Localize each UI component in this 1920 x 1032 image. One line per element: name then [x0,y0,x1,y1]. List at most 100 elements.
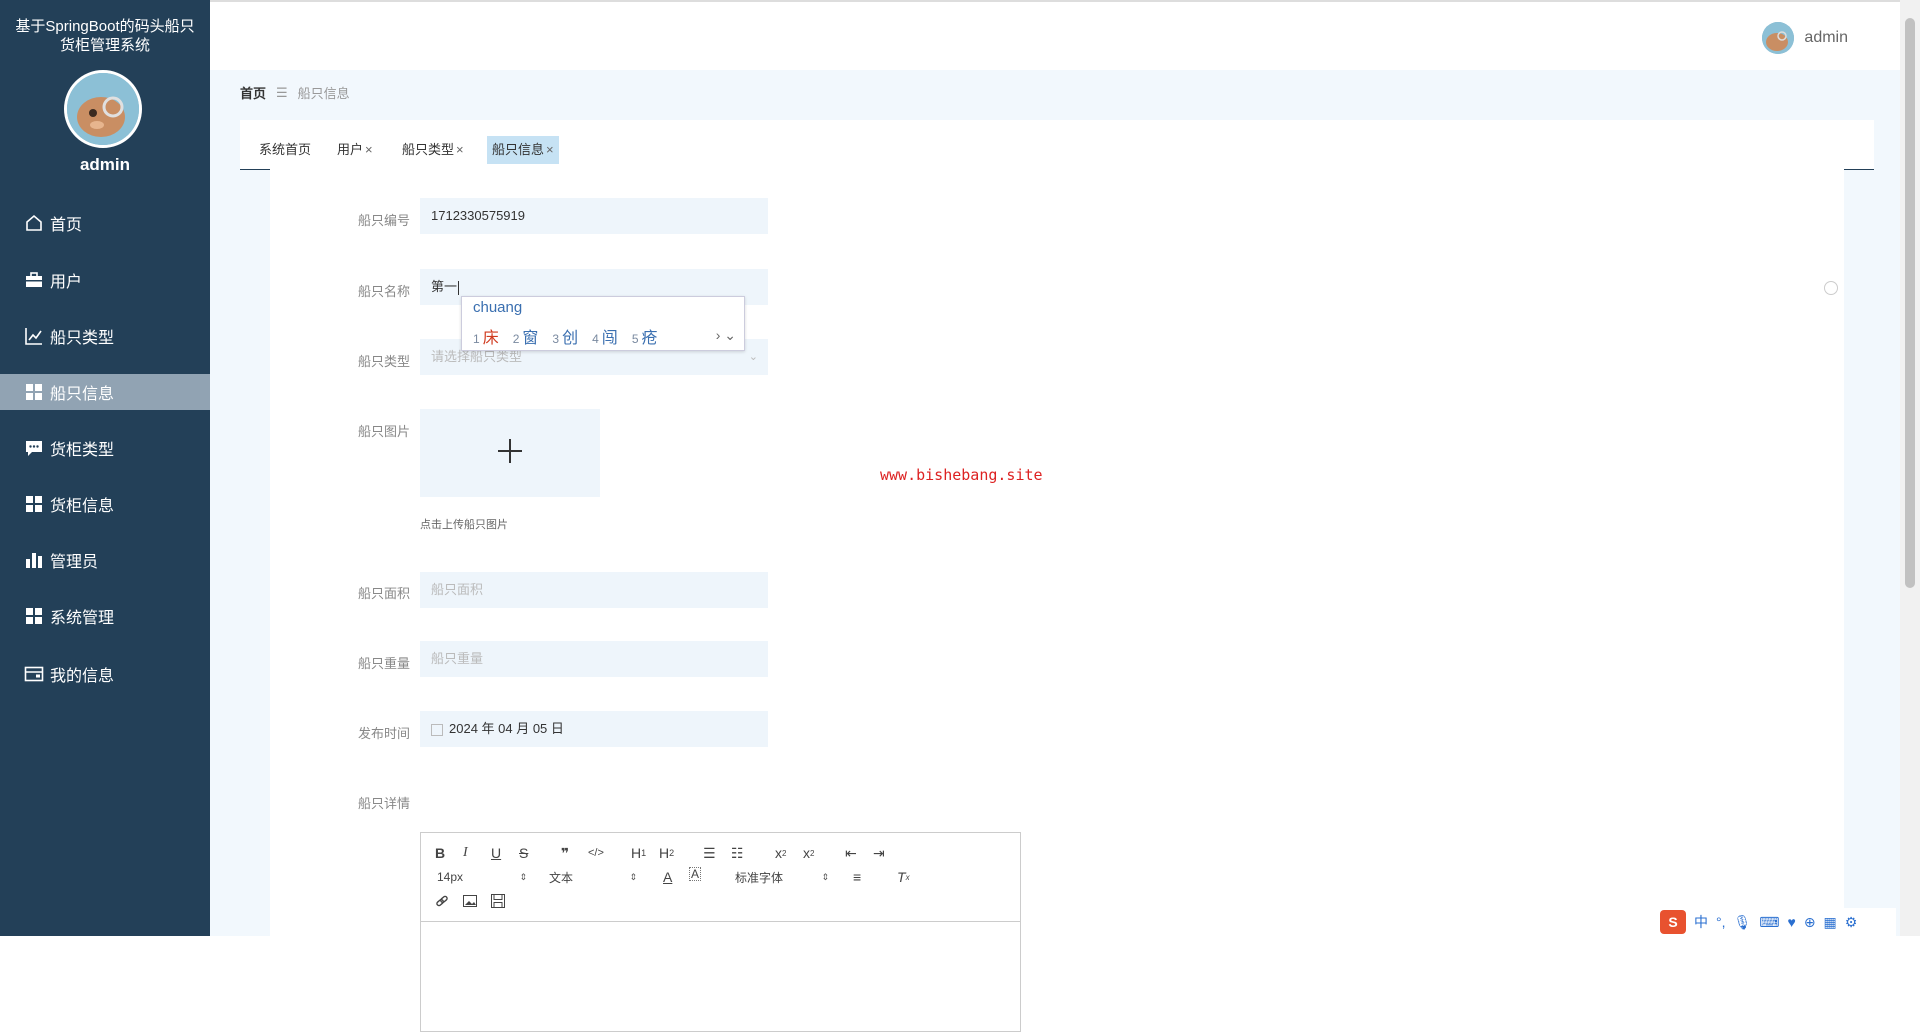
tab-label: 船只类型 [402,142,455,157]
rich-text-editor: B I U S ❞ </> H1 H2 ☰ ☷ x2 x2 ⇤ ⇥ 14px ⇕ … [420,832,1021,1032]
watermark: www.bishebang.site [880,466,1043,484]
close-icon[interactable]: × [456,142,464,157]
ime-lang-toggle[interactable]: 中 [1694,912,1708,932]
bold-icon[interactable]: B [435,843,445,863]
microphone-icon[interactable]: 🎙 [1734,914,1752,931]
main-area: 首页 ☰ 船只信息 系统首页 用户 × 船只类型 × 船只信息 × 船只编号 1712… [210,70,1900,1032]
align-icon[interactable]: ≡ [853,867,861,887]
ordered-list-icon[interactable]: ☰ [703,843,716,863]
h2-icon[interactable]: H2 [659,843,674,863]
header-user-menu[interactable]: admin [1762,22,1848,54]
ship-weight-label: 船只重量 [357,656,410,671]
settings-icon[interactable]: ⚙ [1845,914,1858,931]
bullet-list-icon[interactable]: ☷ [731,843,744,863]
ime-candidate[interactable]: 4闯 [592,324,618,348]
ship-name-value: 第一 [431,279,458,294]
subscript-icon[interactable]: x2 [775,843,786,863]
strike-icon[interactable]: S [519,843,528,863]
underline-icon[interactable]: U [491,843,501,863]
header-select-value: 文本 [549,870,574,885]
wallet-icon [24,664,44,684]
sidebar-item-ship-info[interactable]: 船只信息 [0,374,210,410]
background-color-icon[interactable]: A [689,867,702,881]
close-icon[interactable]: × [365,142,373,157]
sogou-logo-icon[interactable]: S [1660,910,1686,934]
ship-area-input[interactable]: 船只面积 [420,572,768,608]
sidebar-item-label: 用户 [50,274,83,291]
editor-body[interactable] [421,922,1020,1032]
system-title: 基于SpringBoot的码头船只 货柜管理系统 [0,17,210,55]
sidebar-item-my-info[interactable]: 我的信息 [0,656,210,692]
sidebar-item-users[interactable]: 用户 [0,262,210,298]
grid-icon [24,494,44,514]
scrollbar-thumb[interactable] [1905,18,1915,588]
updown-icon: ⇕ [821,871,829,882]
sidebar-item-label: 管理员 [50,554,99,571]
ship-detail-label: 船只详情 [357,796,410,811]
punctuation-icon[interactable]: °, [1716,914,1726,930]
font-family-select[interactable]: 标准字体 ⇕ [735,867,829,887]
ship-weight-input[interactable]: 船只重量 [420,641,768,677]
ime-candidates: 1床 2窗 3创 4闯 5疮 [473,324,672,348]
publish-time-picker[interactable]: 2024 年 04 月 05 日 [420,711,768,747]
tab-ship-info[interactable]: 船只信息 × [487,136,559,164]
system-title-line2: 货柜管理系统 [59,37,150,54]
skin-icon[interactable]: ♥ [1788,914,1796,930]
grid-icon [24,382,44,402]
sidebar-item-system[interactable]: 系统管理 [0,598,210,634]
ime-candidate-number: 1 [473,332,480,346]
ime-candidate[interactable]: 1床 [473,324,499,348]
sidebar-item-home[interactable]: 首页 [0,205,210,241]
font-size-select[interactable]: 14px ⇕ [437,867,527,887]
outdent-icon[interactable]: ⇤ [845,843,857,863]
close-icon[interactable]: × [546,142,554,157]
ime-candidate[interactable]: 3创 [552,324,578,348]
chat-icon [24,438,44,458]
ime-candidate[interactable]: 2窗 [513,324,539,348]
sidebar-item-container-info[interactable]: 货柜信息 [0,486,210,522]
header-select[interactable]: 文本 ⇕ [549,867,637,887]
ship-no-input[interactable]: 1712330575919 [420,198,768,234]
breadcrumb-home[interactable]: 首页 [240,83,266,102]
sidebar-username: admin [79,155,131,174]
form-panel: 船只编号 1712330575919 船只名称 第一 船只类型 请选择船只类型 … [270,169,1844,1032]
tab-users[interactable]: 用户 × [332,136,378,164]
indent-icon[interactable]: ⇥ [873,843,885,863]
sidebar-item-ship-type[interactable]: 船只类型 [0,318,210,354]
grid-icon [24,606,44,626]
blockquote-icon[interactable]: ❞ [561,843,569,863]
superscript-icon[interactable]: x2 [803,843,814,863]
tab-label: 船只信息 [492,142,545,157]
link-icon[interactable] [435,891,449,911]
calendar-icon [431,723,443,736]
tab-ship-type[interactable]: 船只类型 × [397,136,469,164]
top-header: admin [210,0,1900,70]
clear-format-icon[interactable]: Tx [897,867,910,887]
ime-candidate-text: 闯 [601,330,618,347]
system-title-line1: 基于SpringBoot的码头船只 [15,18,195,35]
ime-candidate-text: 窗 [522,330,539,347]
keyboard-icon[interactable]: ⌨ [1759,914,1779,931]
ime-candidate-number: 4 [592,332,599,346]
sidebar-item-admin[interactable]: 管理员 [0,542,210,578]
video-icon[interactable] [491,891,505,911]
image-upload-button[interactable] [420,409,600,497]
ime-candidate-number: 5 [631,332,639,346]
gamepad-icon[interactable]: ⊕ [1804,914,1816,931]
ime-next-page-icon[interactable]: › ⌄ [716,327,736,344]
tab-label: 系统首页 [259,142,312,157]
image-icon[interactable] [463,891,477,911]
tab-system-home[interactable]: 系统首页 [254,136,316,164]
ime-candidate-number: 3 [552,332,560,346]
h1-icon[interactable]: H1 [631,843,646,863]
code-icon[interactable]: </> [588,843,604,863]
updown-icon: ⇕ [629,871,637,882]
sidebar: 基于SpringBoot的码头船只 货柜管理系统 admin 首页 用户 船只类… [0,0,210,936]
ime-candidate[interactable]: 5疮 [632,324,658,348]
sidebar-item-container-type[interactable]: 货柜类型 [0,430,210,466]
sidebar-item-label: 系统管理 [50,610,115,627]
toolbox-icon[interactable]: ▦ [1824,914,1837,931]
vertical-scrollbar[interactable] [1900,0,1920,936]
italic-icon[interactable]: I [463,843,468,863]
font-color-icon[interactable]: A [663,867,672,887]
